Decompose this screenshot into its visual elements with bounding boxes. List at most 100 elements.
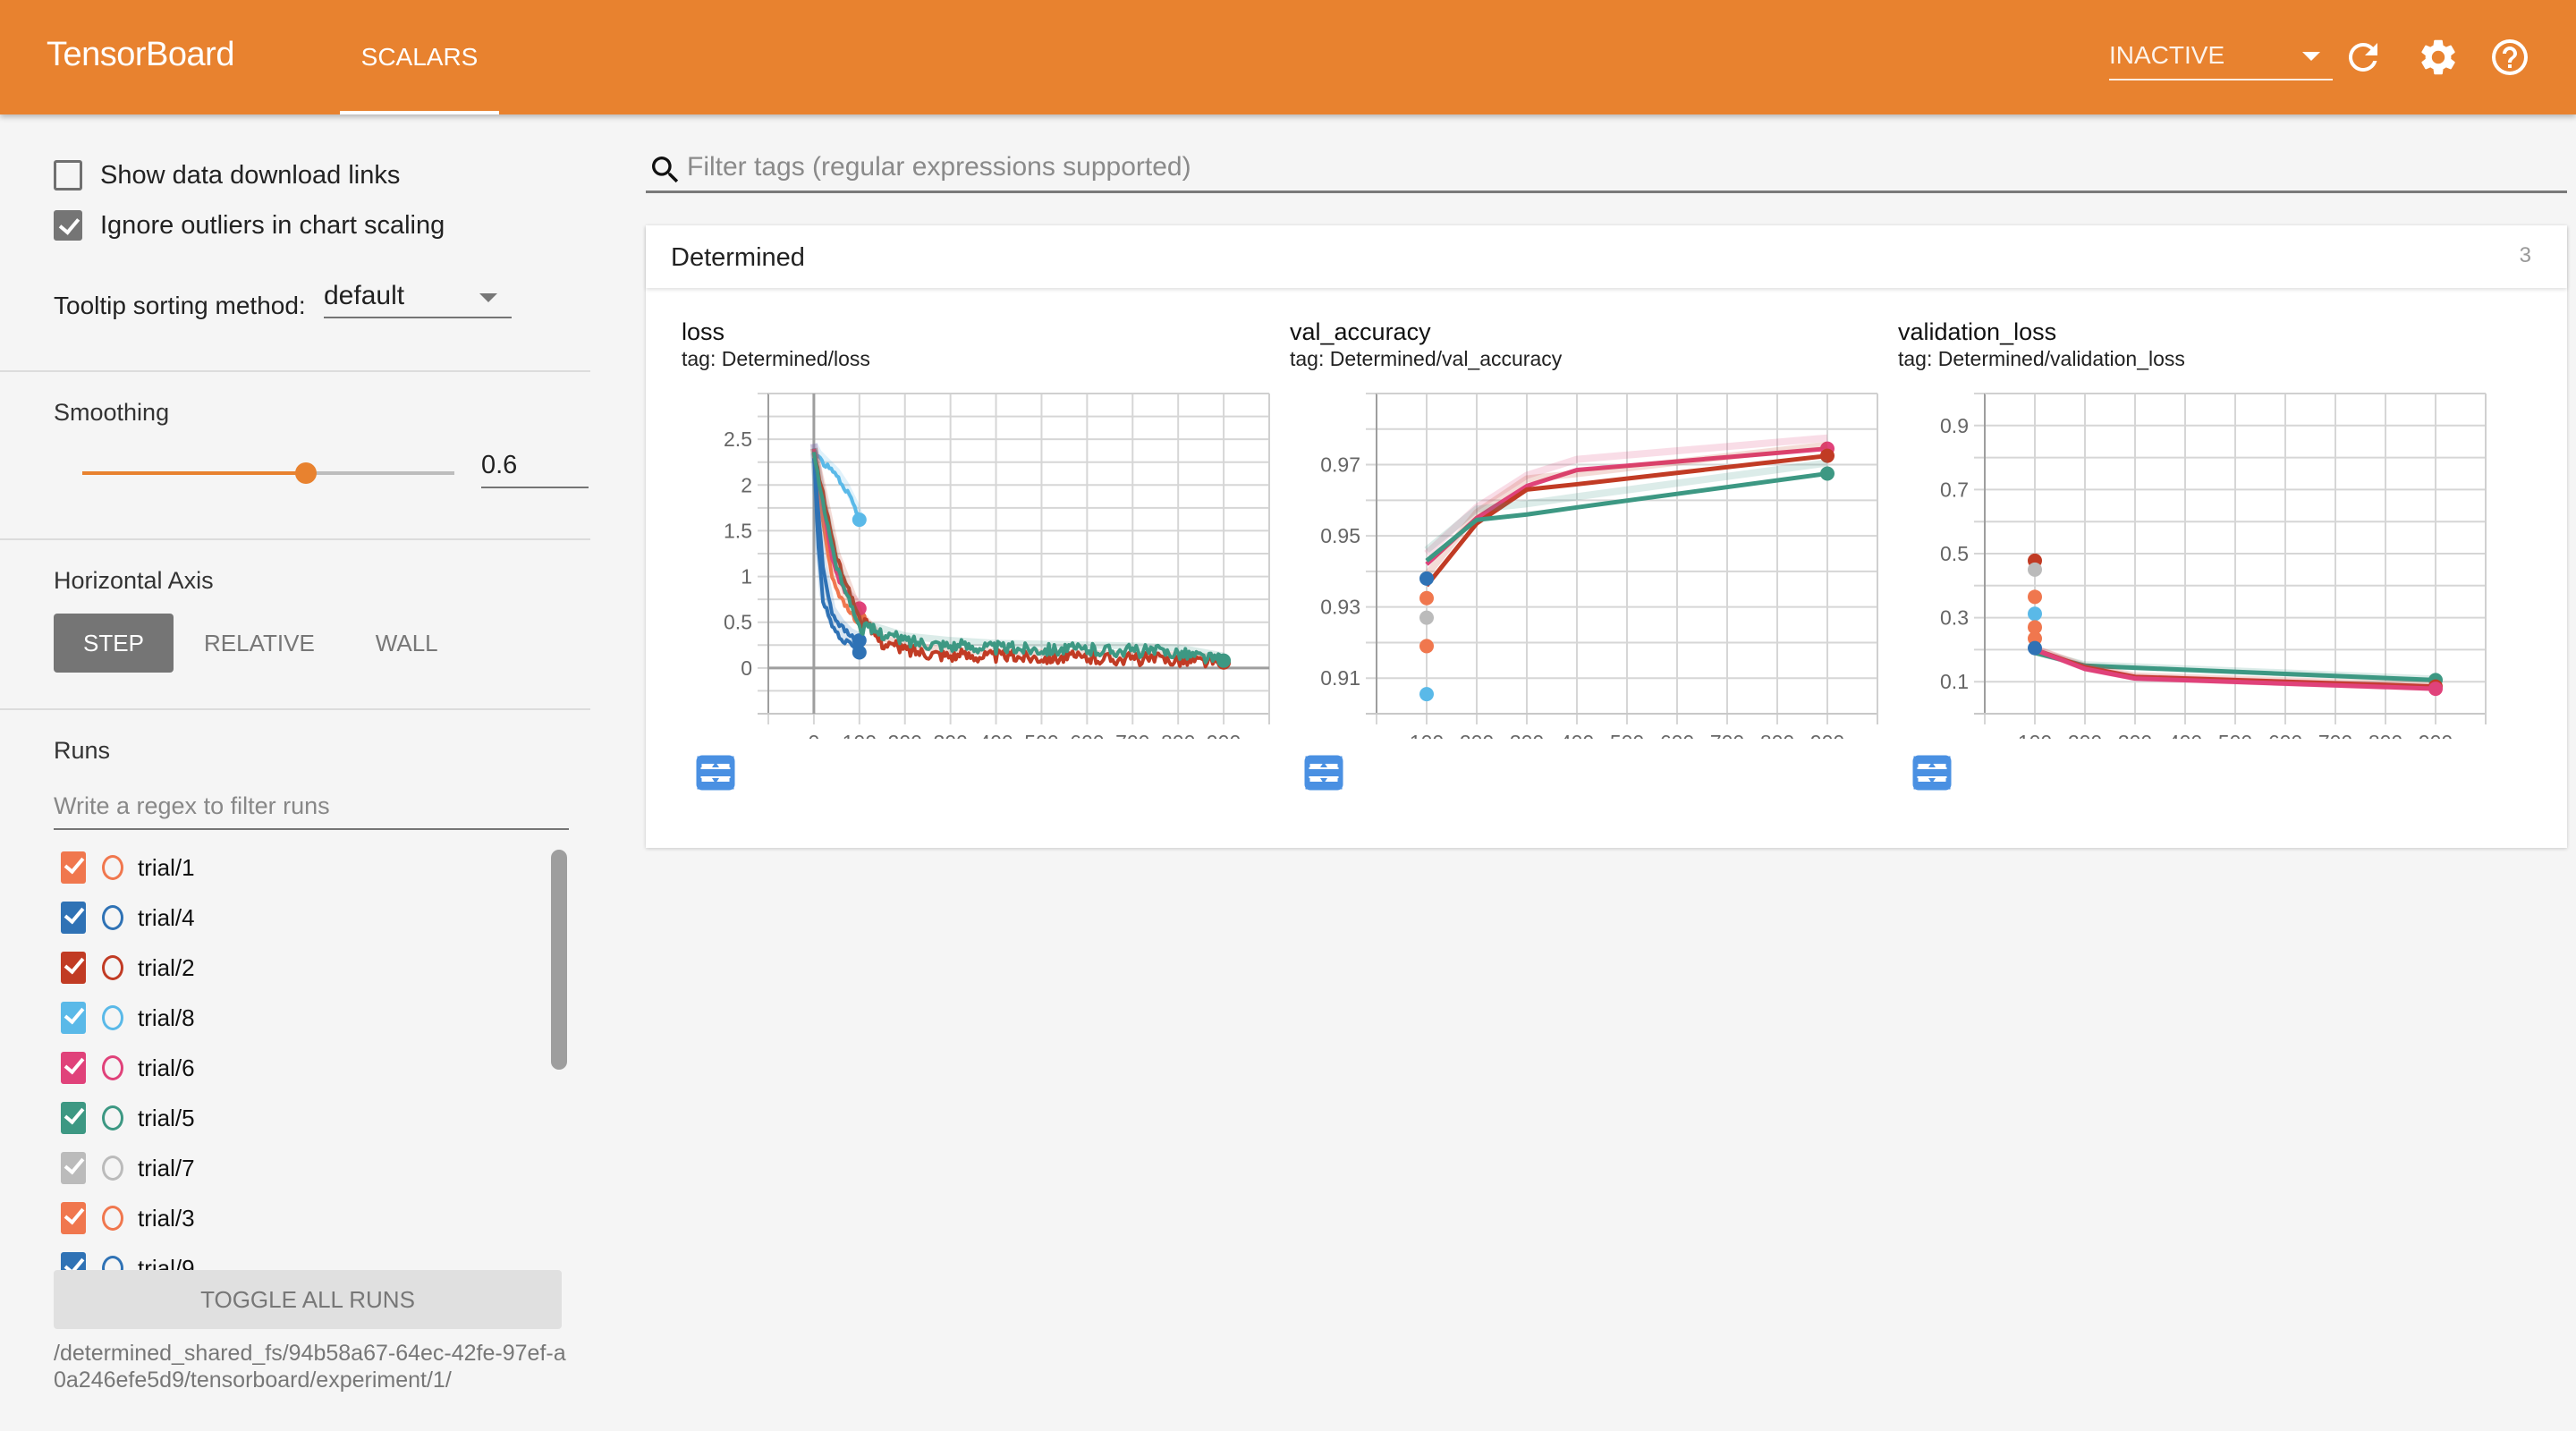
series-trial-1 [2028, 589, 2042, 605]
run-item[interactable]: trial/8 [61, 1000, 195, 1036]
run-radio[interactable] [102, 1206, 123, 1231]
fit-domain-icon[interactable] [696, 755, 735, 791]
series-end-point[interactable] [2428, 682, 2443, 697]
smoothing-value-input[interactable]: 0.6 [481, 444, 589, 488]
x-tick-label: 100 [2018, 731, 2052, 739]
run-status-value: INACTIVE [2109, 41, 2225, 69]
category-header[interactable]: Determined 3 [646, 225, 2567, 288]
show-download-links-checkbox[interactable] [54, 160, 82, 191]
run-label: trial/3 [138, 1204, 195, 1232]
series-end-point[interactable] [1419, 610, 1434, 625]
runs-scrollbar[interactable] [551, 850, 567, 1070]
section-divider [0, 370, 590, 372]
option-label: Show data download links [100, 160, 401, 190]
series-end-point[interactable] [1216, 653, 1232, 668]
run-checkbox[interactable] [61, 902, 86, 934]
x-tick-label: 700 [1115, 731, 1149, 739]
tag-filter-search[interactable]: Filter tags (regular expressions support… [646, 145, 2567, 193]
ignore-outliers-option[interactable]: Ignore outliers in chart scaling [54, 207, 445, 243]
run-radio[interactable] [102, 1156, 123, 1181]
run-checkbox[interactable] [61, 952, 86, 984]
category-card: Determined 3 loss tag: Determined/loss 0… [646, 225, 2567, 848]
x-tick-label: 500 [2218, 731, 2252, 739]
axis-wall-button[interactable]: WALL [345, 614, 469, 673]
series-end-point[interactable] [1419, 571, 1434, 586]
run-radio[interactable] [102, 855, 123, 880]
x-tick-label: 900 [1207, 731, 1241, 739]
smoothing-slider[interactable] [82, 460, 454, 487]
y-tick-label: 0.3 [1940, 606, 1969, 630]
run-checkbox[interactable] [61, 1052, 86, 1084]
run-radio[interactable] [102, 905, 123, 930]
run-checkbox[interactable] [61, 1202, 86, 1234]
x-tick-label: 100 [843, 731, 877, 739]
series-end-point[interactable] [1820, 466, 1835, 481]
run-checkbox[interactable] [61, 1152, 86, 1184]
x-tick-label: 800 [1161, 731, 1195, 739]
series-end-point[interactable] [852, 633, 867, 648]
toggle-all-runs-button[interactable]: TOGGLE ALL RUNS [54, 1270, 562, 1329]
run-radio[interactable] [102, 1105, 123, 1130]
active-tab-indicator [340, 111, 499, 114]
y-tick-label: 1 [741, 565, 752, 588]
run-radio[interactable] [102, 1005, 123, 1030]
run-radio[interactable] [102, 1055, 123, 1080]
series-end-point[interactable] [2028, 562, 2042, 577]
series-end-point[interactable] [2028, 589, 2042, 605]
x-tick-label: 300 [1510, 731, 1544, 739]
run-item[interactable]: trial/3 [61, 1200, 195, 1236]
show-download-links-option[interactable]: Show data download links [54, 157, 400, 193]
run-checkbox[interactable] [61, 1102, 86, 1134]
validation-loss-chart-svg[interactable]: 0.1 0.3 0.5 0.7 0.9 100 200 300 400 500 600 700 800 9… [1862, 318, 2488, 739]
run-label: trial/2 [138, 953, 195, 981]
run-status-select[interactable]: INACTIVE [2109, 36, 2333, 80]
fit-domain-icon[interactable] [1912, 755, 1952, 791]
fit-domain-icon[interactable] [1304, 755, 1343, 791]
series-trial-1 [1419, 590, 1434, 605]
series-end-point[interactable] [1419, 639, 1434, 654]
run-item[interactable]: trial/7 [61, 1150, 195, 1186]
y-tick-label: 0.9 [1940, 414, 1969, 437]
ignore-outliers-checkbox[interactable] [54, 210, 82, 241]
search-placeholder: Filter tags (regular expressions support… [687, 152, 1191, 182]
run-item[interactable]: trial/5 [61, 1100, 195, 1136]
x-tick-label: 700 [1710, 731, 1744, 739]
run-checkbox[interactable] [61, 1002, 86, 1034]
run-item[interactable]: trial/4 [61, 900, 195, 936]
series-end-point[interactable] [2028, 606, 2042, 622]
run-item[interactable]: trial/1 [61, 850, 195, 885]
settings-gear-icon[interactable] [2417, 36, 2460, 79]
refresh-icon[interactable] [2342, 36, 2385, 79]
loss-chart-svg[interactable]: 0 0.5 1 1.5 2 2.5 0 100 200 300 400 500 600 700 800 900 [646, 318, 1272, 739]
series-end-point[interactable] [2028, 640, 2042, 656]
app-title: TensorBoard [47, 36, 234, 73]
sidebar: Show data download links Ignore outliers… [0, 114, 590, 1431]
val-accuracy-chart-svg[interactable]: 0.91 0.93 0.95 0.97 100 200 300 400 500 600 700 800… [1254, 318, 1880, 739]
series-trial-8 [1419, 687, 1434, 702]
tooltip-sorting-dropdown[interactable]: default [324, 281, 512, 318]
run-checkbox[interactable] [61, 851, 86, 884]
x-tick-label: 800 [1760, 731, 1794, 739]
run-radio[interactable] [102, 955, 123, 980]
series-trial-4 [1419, 571, 1434, 586]
x-tick-label: 500 [1024, 731, 1058, 739]
slider-knob[interactable] [294, 462, 317, 484]
y-tick-label: 1.5 [724, 519, 752, 542]
run-label: trial/6 [138, 1054, 195, 1081]
y-tick-label: 0.97 [1320, 453, 1360, 477]
help-icon[interactable] [2488, 36, 2531, 79]
axis-step-button[interactable]: STEP [54, 614, 174, 673]
x-tick-label: 600 [1660, 731, 1694, 739]
section-divider [0, 538, 590, 540]
series-end-point[interactable] [1419, 687, 1434, 702]
tab-scalars[interactable]: SCALARS [340, 0, 499, 114]
series-end-point[interactable] [852, 512, 867, 528]
x-tick-label: 200 [888, 731, 922, 739]
series-trial-7 [2028, 562, 2042, 577]
run-item[interactable]: trial/6 [61, 1050, 195, 1086]
series-end-point[interactable] [1419, 590, 1434, 605]
axis-relative-button[interactable]: RELATIVE [174, 614, 345, 673]
run-item[interactable]: trial/2 [61, 950, 195, 986]
x-tick-label: 500 [1610, 731, 1644, 739]
runs-filter-input[interactable]: Write a regex to filter runs [54, 782, 569, 830]
